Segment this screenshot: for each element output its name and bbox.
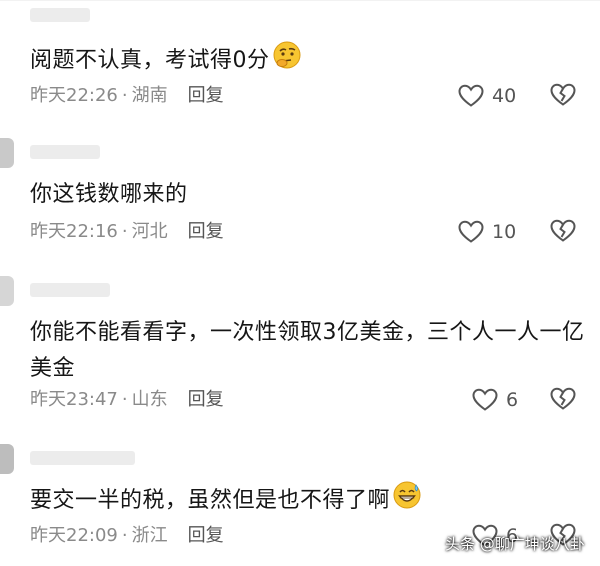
dislike-button[interactable] [550,83,576,109]
comment-text-content: 你这钱数哪来的 [30,182,188,207]
broken-heart-icon [550,387,576,410]
comment-meta: 昨天23:47 · 山东 回复 [30,387,224,413]
comment-time: 昨天23:47 [30,389,118,410]
broken-heart-icon [550,219,576,242]
meta-separator: · [121,389,128,410]
like-count: 6 [506,389,519,411]
meta-separator: · [121,85,128,106]
comment-time: 昨天22:16 [30,221,118,242]
like-button[interactable]: 10 [458,219,516,245]
comment-text-content: 你能不能看看字，一次性领取3亿美金，三个人一人一亿美金 [30,320,585,381]
comment-location: 河北 [131,221,168,242]
dislike-button[interactable] [550,387,576,413]
meta-separator: · [121,221,128,242]
username-blurred [30,283,110,297]
comment-text-content: 阅题不认真，考试得0分 [30,48,270,73]
like-count: 40 [492,85,517,107]
username-blurred [30,451,135,465]
comment-meta: 昨天22:09 · 浙江 回复 [30,523,224,549]
reply-button[interactable]: 回复 [188,85,224,106]
username-blurred [30,145,100,159]
meta-separator: · [121,525,128,546]
comment-text: 阅题不认真，考试得0分 [30,40,590,82]
username-blurred [30,8,90,22]
thinking-emoji-icon [272,40,302,82]
comment-location: 山东 [131,389,168,410]
comment-meta: 昨天22:26 · 湖南 回复 [30,83,224,109]
reply-button[interactable]: 回复 [188,221,224,242]
top-divider [0,0,600,1]
reply-button[interactable]: 回复 [188,525,224,546]
heart-icon [472,388,498,411]
heart-icon [458,220,484,243]
broken-heart-icon [550,83,576,106]
comment-location: 湖南 [131,85,168,106]
comment-time: 昨天22:09 [30,525,118,546]
grin-sweat-emoji-icon [392,480,422,522]
avatar[interactable] [0,276,14,306]
comment-text: 你这钱数哪来的 [30,177,590,213]
avatar[interactable] [0,444,14,474]
avatar[interactable] [0,138,14,168]
like-button[interactable]: 6 [472,387,518,413]
reply-button[interactable]: 回复 [188,389,224,410]
comment-text-content: 要交一半的税，虽然但是也不得了啊 [30,488,391,513]
comment-meta: 昨天22:16 · 河北 回复 [30,219,224,245]
watermark: 头条 @聊广坤谈八卦 [445,535,585,553]
comment-text: 要交一半的税，虽然但是也不得了啊 [30,480,590,522]
comment-time: 昨天22:26 [30,85,118,106]
comment-location: 浙江 [131,525,168,546]
comment-text: 你能不能看看字，一次性领取3亿美金，三个人一人一亿美金 [30,315,585,387]
like-count: 10 [492,221,517,243]
dislike-button[interactable] [550,219,576,245]
like-button[interactable]: 40 [458,83,516,109]
comment-list-screen: 阅题不认真，考试得0分 昨天22:26 · 湖南 回复 40 你这钱数哪来的 昨… [0,0,600,566]
heart-icon [458,84,484,107]
